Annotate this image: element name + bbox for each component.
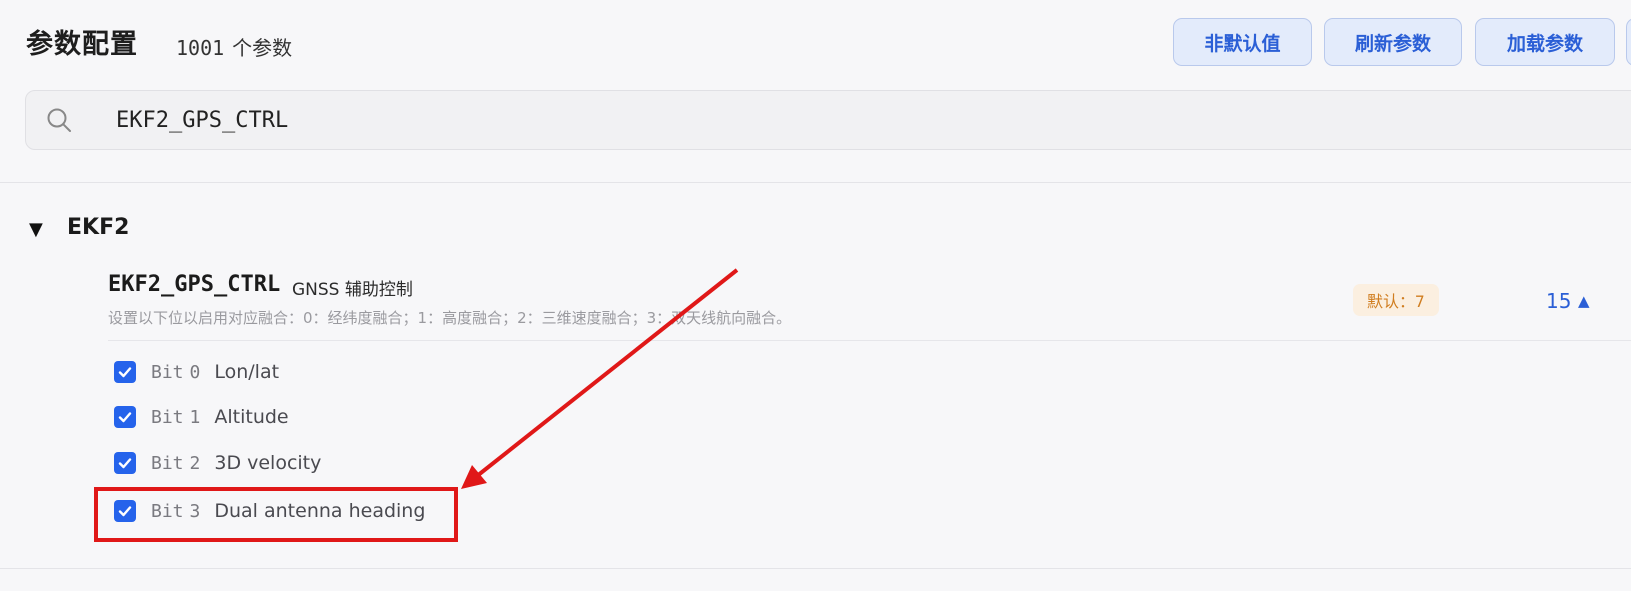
bit-label: Bit [151, 361, 184, 383]
page-header: 参数配置 1001 个参数 非默认值 刷新参数 加载参数 [0, 0, 1631, 183]
param-name: EKF2_GPS_CTRL [108, 272, 281, 297]
bit-name: Lon/lat [214, 361, 280, 383]
more-button[interactable] [1626, 18, 1631, 66]
search-icon [47, 108, 71, 132]
caret-up-icon[interactable]: ▲ [1578, 292, 1590, 310]
param-count-value: 1001 [176, 36, 225, 60]
checkbox-bit-1[interactable] [114, 406, 136, 428]
row-divider [108, 340, 1631, 341]
param-count-unit: 个参数 [232, 36, 293, 60]
bit-label: Bit [151, 452, 184, 474]
group-collapse-icon[interactable]: ▼ [29, 219, 43, 240]
bit-number: 1 [189, 406, 201, 428]
checkbox-bit-0[interactable] [114, 361, 136, 383]
section-divider [0, 568, 1631, 569]
param-value[interactable]: 15 [1546, 289, 1571, 313]
annotation-highlight-box [94, 487, 458, 542]
page-title: 参数配置 [26, 29, 138, 60]
checkbox-bit-2[interactable] [114, 452, 136, 474]
bit-row-0[interactable]: Bit 0 Lon/lat [114, 359, 279, 385]
bit-label: Bit [151, 406, 184, 428]
bit-number: 2 [189, 452, 201, 474]
default-value-badge: 默认：7 [1353, 284, 1439, 316]
bit-row-1[interactable]: Bit 1 Altitude [114, 404, 289, 430]
bit-name: 3D velocity [214, 452, 322, 474]
group-title[interactable]: EKF2 [67, 215, 129, 240]
checkmark-icon [118, 412, 132, 423]
non-default-button[interactable]: 非默认值 [1173, 18, 1312, 66]
refresh-params-button[interactable]: 刷新参数 [1324, 18, 1462, 66]
bit-number: 0 [189, 361, 201, 383]
search-input[interactable] [91, 101, 1016, 139]
load-params-button[interactable]: 加载参数 [1475, 18, 1615, 66]
bit-name: Altitude [214, 406, 289, 428]
param-label: GNSS 辅助控制 [292, 280, 413, 300]
bit-row-2[interactable]: Bit 2 3D velocity [114, 450, 321, 476]
param-description: 设置以下位以启用对应融合：0：经纬度融合；1：高度融合；2：三维速度融合；3：双… [108, 309, 792, 327]
checkmark-icon [118, 458, 132, 469]
checkmark-icon [118, 367, 132, 378]
param-count: 1001 个参数 [176, 32, 292, 61]
search-box[interactable] [25, 90, 1631, 150]
